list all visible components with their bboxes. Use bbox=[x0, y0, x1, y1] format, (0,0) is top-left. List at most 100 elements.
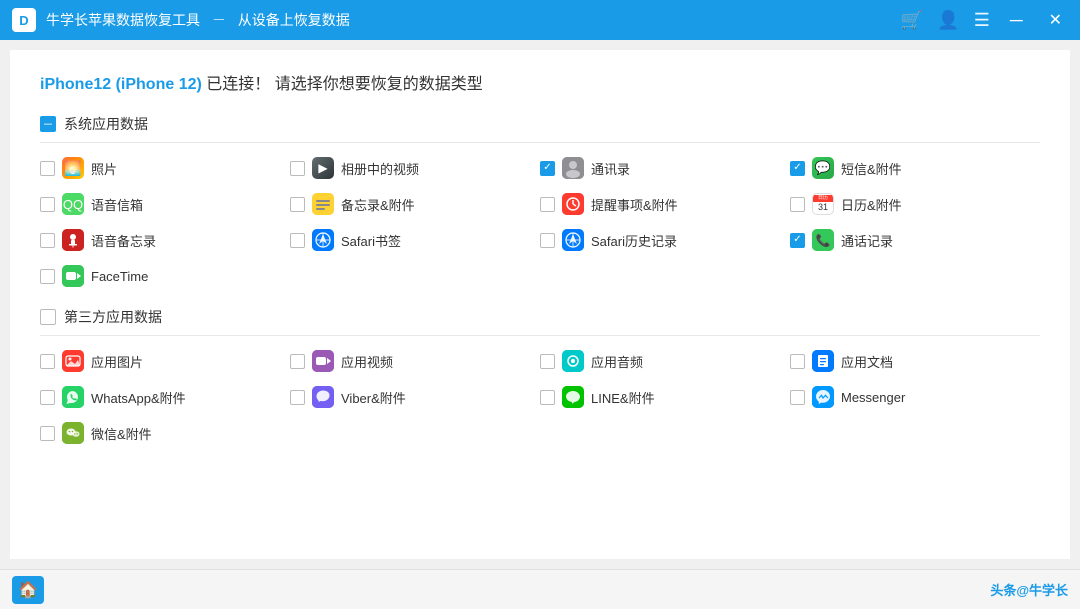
label-facetime: FaceTime bbox=[91, 269, 148, 284]
page-header: iPhone12 (iPhone 12) 已连接！ 请选择你想要恢复的数据类型 bbox=[40, 70, 1040, 94]
title-bar: D 牛学长苹果数据恢复工具 － 从设备上恢复数据 🛒 👤 ☰ ─ ✕ bbox=[0, 0, 1080, 40]
icon-app-doc bbox=[812, 350, 834, 372]
thirdparty-section-header: 第三方应用数据 bbox=[40, 307, 1040, 336]
label-app-audio: 应用音频 bbox=[591, 352, 643, 371]
item-messages: 💬 短信&附件 bbox=[790, 157, 1040, 179]
checkbox-safari-history[interactable] bbox=[540, 233, 555, 248]
icon-calendar: 日历 31 bbox=[812, 193, 834, 215]
item-contacts: 通讯录 bbox=[540, 157, 790, 179]
label-app-video: 应用视频 bbox=[341, 352, 393, 371]
checkbox-app-audio[interactable] bbox=[540, 354, 555, 369]
minimize-button[interactable]: ─ bbox=[1004, 9, 1029, 31]
svg-text:QQ: QQ bbox=[63, 197, 83, 212]
label-messenger: Messenger bbox=[841, 390, 905, 405]
icon-voice-lib: QQ bbox=[62, 193, 84, 215]
label-reminders: 提醒事项&附件 bbox=[591, 195, 678, 214]
checkbox-contacts[interactable] bbox=[540, 161, 555, 176]
app-logo: D bbox=[12, 8, 36, 32]
icon-app-audio bbox=[562, 350, 584, 372]
icon-viber bbox=[312, 386, 334, 408]
checkbox-voice-memo[interactable] bbox=[40, 233, 55, 248]
header-message: 已连接！ 请选择你想要恢复的数据类型 bbox=[206, 76, 482, 93]
system-items-grid: 🌅 照片 ▶ 相册中的视频 通讯录 bbox=[40, 157, 1040, 287]
checkbox-app-photo[interactable] bbox=[40, 354, 55, 369]
checkbox-whatsapp[interactable] bbox=[40, 390, 55, 405]
item-reminders: 提醒事项&附件 bbox=[540, 193, 790, 215]
item-wechat: 微信&附件 bbox=[40, 422, 290, 444]
bottom-bar: 🏠 头条@牛学长 bbox=[0, 569, 1080, 609]
icon-app-video bbox=[312, 350, 334, 372]
checkbox-wechat[interactable] bbox=[40, 426, 55, 441]
item-messenger: Messenger bbox=[790, 386, 1040, 408]
icon-album-video: ▶ bbox=[312, 157, 334, 179]
device-name: iPhone12 (iPhone 12) bbox=[40, 76, 202, 93]
cart-icon[interactable]: 🛒 bbox=[901, 10, 923, 31]
item-phone: 📞 通话记录 bbox=[790, 229, 1040, 251]
app-name: 牛学长苹果数据恢复工具 bbox=[46, 12, 200, 28]
label-app-photo: 应用图片 bbox=[91, 352, 143, 371]
label-wechat: 微信&附件 bbox=[91, 424, 152, 443]
item-album-video: ▶ 相册中的视频 bbox=[290, 157, 540, 179]
checkbox-messenger[interactable] bbox=[790, 390, 805, 405]
item-app-video: 应用视频 bbox=[290, 350, 540, 372]
user-icon[interactable]: 👤 bbox=[937, 10, 959, 31]
checkbox-voice-lib[interactable] bbox=[40, 197, 55, 212]
thirdparty-items-grid: 应用图片 应用视频 应用音频 bbox=[40, 350, 1040, 444]
section-thirdparty: 第三方应用数据 应用图片 bbox=[40, 307, 1040, 444]
title-subtitle: 从设备上恢复数据 bbox=[238, 12, 350, 28]
label-safari-history: Safari历史记录 bbox=[591, 231, 677, 250]
icon-safari-history bbox=[562, 229, 584, 251]
title-text: 牛学长苹果数据恢复工具 － 从设备上恢复数据 bbox=[46, 10, 901, 30]
content-area: iPhone12 (iPhone 12) 已连接！ 请选择你想要恢复的数据类型 … bbox=[0, 40, 1080, 569]
icon-messages: 💬 bbox=[812, 157, 834, 179]
label-photos: 照片 bbox=[91, 159, 117, 178]
label-app-doc: 应用文档 bbox=[841, 352, 893, 371]
checkbox-phone[interactable] bbox=[790, 233, 805, 248]
label-notes: 备忘录&附件 bbox=[341, 195, 415, 214]
menu-icon[interactable]: ☰ bbox=[974, 10, 990, 31]
checkbox-app-doc[interactable] bbox=[790, 354, 805, 369]
checkbox-reminders[interactable] bbox=[540, 197, 555, 212]
icon-safari-bookmark bbox=[312, 229, 334, 251]
icon-voice-memo bbox=[62, 229, 84, 251]
checkbox-messages[interactable] bbox=[790, 161, 805, 176]
icon-facetime bbox=[62, 265, 84, 287]
item-app-photo: 应用图片 bbox=[40, 350, 290, 372]
label-whatsapp: WhatsApp&附件 bbox=[91, 388, 186, 407]
thirdparty-section-label: 第三方应用数据 bbox=[64, 307, 162, 327]
icon-notes bbox=[312, 193, 334, 215]
watermark: 头条@牛学长 bbox=[990, 580, 1068, 599]
app-window: D 牛学长苹果数据恢复工具 － 从设备上恢复数据 🛒 👤 ☰ ─ ✕ iPhon… bbox=[0, 0, 1080, 609]
checkbox-viber[interactable] bbox=[290, 390, 305, 405]
system-section-header: － 系统应用数据 bbox=[40, 114, 1040, 143]
system-section-label: 系统应用数据 bbox=[64, 114, 148, 134]
title-separator: － bbox=[212, 12, 226, 28]
item-viber: Viber&附件 bbox=[290, 386, 540, 408]
checkbox-notes[interactable] bbox=[290, 197, 305, 212]
thirdparty-section-checkbox[interactable] bbox=[40, 309, 56, 325]
system-section-checkbox[interactable]: － bbox=[40, 116, 56, 132]
item-voice-lib: QQ 语音信箱 bbox=[40, 193, 290, 215]
checkbox-line[interactable] bbox=[540, 390, 555, 405]
label-calendar: 日历&附件 bbox=[841, 195, 902, 214]
item-app-audio: 应用音频 bbox=[540, 350, 790, 372]
checkbox-safari-bookmark[interactable] bbox=[290, 233, 305, 248]
icon-whatsapp bbox=[62, 386, 84, 408]
label-contacts: 通讯录 bbox=[591, 159, 630, 178]
label-viber: Viber&附件 bbox=[341, 388, 406, 407]
home-button[interactable]: 🏠 bbox=[12, 576, 44, 604]
icon-app-photo bbox=[62, 350, 84, 372]
icon-photos: 🌅 bbox=[62, 157, 84, 179]
item-calendar: 日历 31 日历&附件 bbox=[790, 193, 1040, 215]
icon-phone: 📞 bbox=[812, 229, 834, 251]
label-voice-lib: 语音信箱 bbox=[91, 195, 143, 214]
checkbox-photos[interactable] bbox=[40, 161, 55, 176]
checkbox-app-video[interactable] bbox=[290, 354, 305, 369]
label-line: LINE&附件 bbox=[591, 388, 655, 407]
checkbox-calendar[interactable] bbox=[790, 197, 805, 212]
checkbox-album-video[interactable] bbox=[290, 161, 305, 176]
close-button[interactable]: ✕ bbox=[1043, 8, 1068, 32]
icon-contacts bbox=[562, 157, 584, 179]
watermark-text: 头条@牛学长 bbox=[990, 583, 1068, 598]
checkbox-facetime[interactable] bbox=[40, 269, 55, 284]
